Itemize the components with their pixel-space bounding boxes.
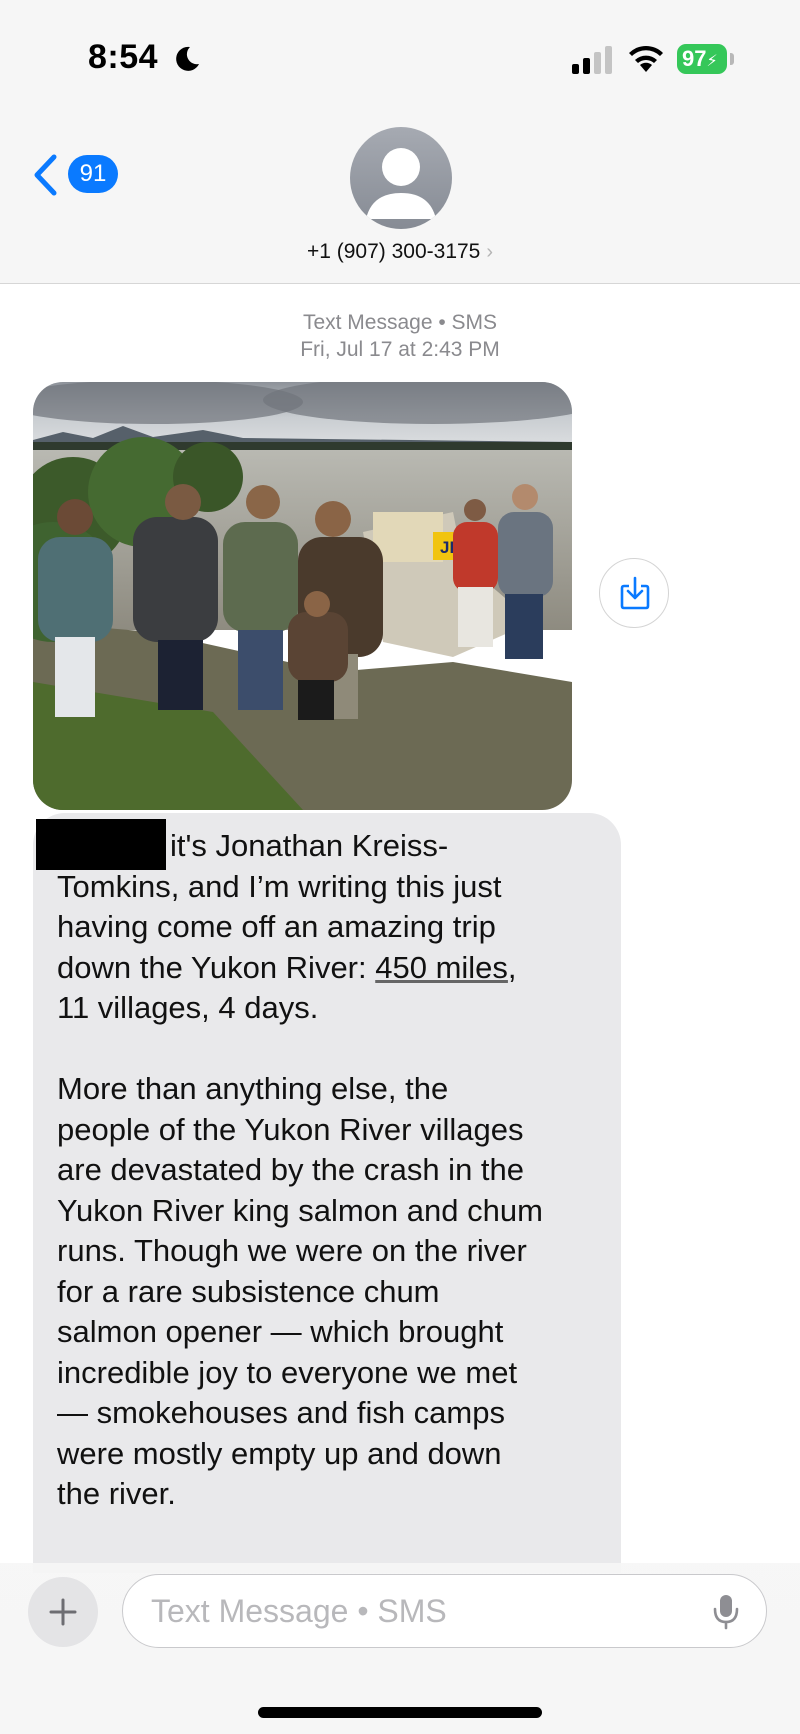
message-text: it's Jonathan Kreiss- Tomkins, and I’m w… [57,826,607,1515]
distance-link[interactable]: 450 miles [375,950,508,985]
microphone-icon[interactable] [711,1593,741,1631]
message-line-5: 11 villages, 4 days. [57,990,319,1025]
chevron-right-icon: › [486,241,494,263]
message-timestamp: Fri, Jul 17 at 2:43 PM [300,338,500,361]
message-input-container [122,1574,767,1648]
message-input[interactable] [149,1575,693,1647]
message-line-3: having come off an amazing trip [57,909,496,944]
chevron-left-icon [34,154,57,196]
plus-icon [49,1598,77,1626]
photo-attachment[interactable]: JKT [33,382,572,810]
back-button[interactable]: 91 [30,150,120,198]
home-indicator[interactable] [258,1707,542,1718]
status-time: 8:54 [88,38,159,76]
add-attachment-button[interactable] [28,1577,98,1647]
contact-name[interactable]: +1 (907) 300-3175 › [0,240,800,264]
message-line-2: Tomkins, and I’m writing this just [57,868,502,904]
message-line-1: it's Jonathan Kreiss- [170,828,449,863]
battery-level: 97 [682,46,707,71]
service-label: Text Message • SMS [302,311,498,334]
photo-image: JKT [33,382,572,810]
message-line-4: down the Yukon River: [57,949,376,985]
message-line-4-end: , [507,949,517,985]
battery-icon: 97⚡ [677,44,727,74]
save-photo-button[interactable] [599,558,669,628]
contact-avatar[interactable] [350,127,452,229]
contact-number-text: +1 (907) 300-3175 [306,240,481,263]
unread-count-badge: 91 [68,155,118,193]
battery-tip [730,53,734,65]
download-icon [620,576,650,610]
wifi-icon [629,45,663,72]
message-paragraph-2: More than anything else, the people of t… [57,1071,543,1511]
moon-icon [176,46,199,71]
signal-icon [572,46,612,74]
person-icon [366,148,436,219]
